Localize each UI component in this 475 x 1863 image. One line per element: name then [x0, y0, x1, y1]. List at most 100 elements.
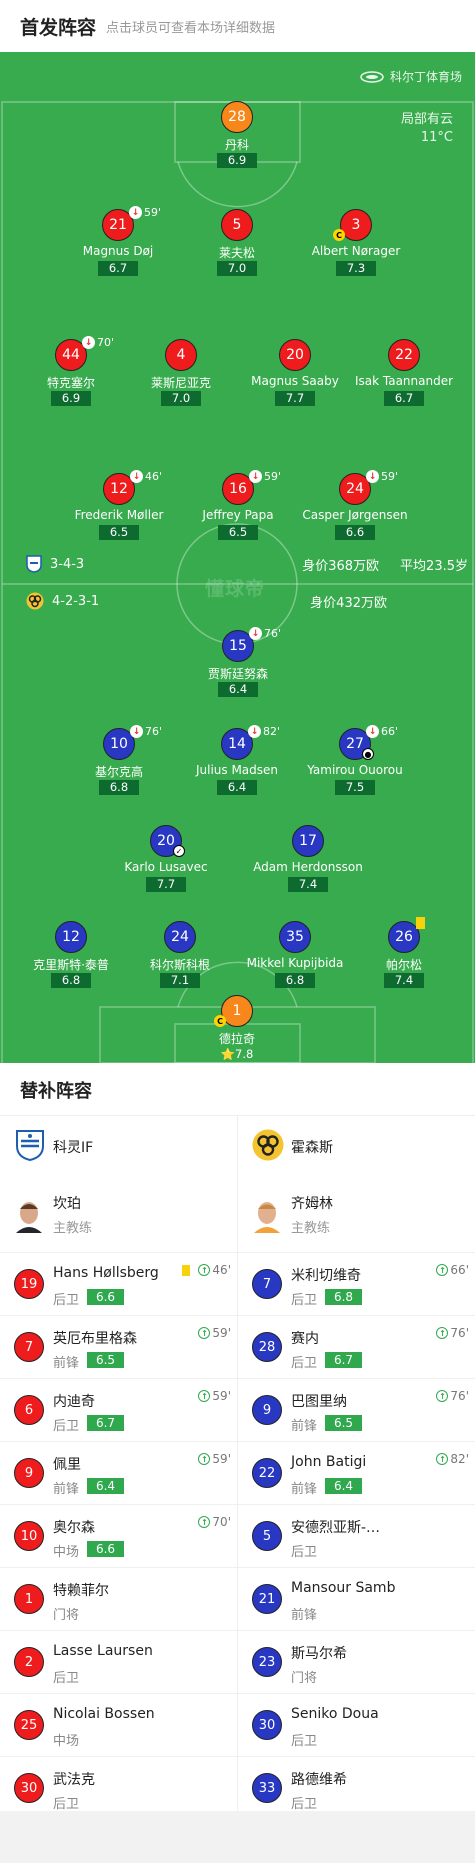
player-rating: 7.4 [384, 973, 424, 988]
sub-on-tag: ↑ 59' [198, 1389, 231, 1403]
captain-badge-icon: C [214, 1015, 226, 1027]
coach-avatar [254, 1202, 280, 1233]
home-player[interactable]: 3 C Albert Nørager 7.3 [291, 209, 421, 276]
sub-player-row[interactable]: 5 安德烈亚斯-… 后卫 [238, 1505, 475, 1568]
sub-player-row[interactable]: 7 米利切维奇 后卫 6.8 ↑ 66' [238, 1253, 475, 1316]
sub-on-tag: ↑ 76' [436, 1326, 469, 1340]
away-player[interactable]: 27 ↓ 66' ● Yamirou Ouorou 7.5 [290, 725, 420, 795]
player-rating: ⭐7.8 [213, 1047, 261, 1062]
home-player[interactable]: 28 丹科 6.9 [172, 101, 302, 168]
player-name: 帕尔松 [385, 958, 422, 972]
player-name: Mansour Samb [291, 1580, 396, 1596]
sub-off-icon: ↓ [82, 336, 95, 349]
home-player[interactable]: 5 莱夫松 7.0 [172, 209, 302, 276]
sub-off-icon: ↓ [249, 627, 262, 640]
sub-player-row[interactable]: 25 Nicolai Bossen 中场 [0, 1694, 237, 1757]
sub-on-tag: ↑ 66' [436, 1263, 469, 1277]
coach-role: 主教练 [53, 1221, 93, 1236]
player-number: 2 [14, 1647, 44, 1677]
player-position: 后卫 [291, 1356, 318, 1371]
sub-on-icon: ↑ [436, 1390, 449, 1402]
player-position: 后卫 [53, 1797, 80, 1812]
player-number: 28 [221, 101, 253, 133]
sub-on-icon: ↑ [198, 1516, 211, 1528]
player-name: 佩里 [53, 1457, 81, 1473]
player-number: 5 [252, 1521, 282, 1551]
sub-player-row[interactable]: 9 巴图里纳 前锋 6.5 ↑ 76' [238, 1379, 475, 1442]
sub-off-tag: ↓ 59' [366, 470, 398, 483]
sub-player-row[interactable]: 21 Mansour Samb 前锋 [238, 1568, 475, 1631]
subs-title: 替补阵容 [20, 1081, 92, 1102]
player-number: 6 [14, 1395, 44, 1425]
player-name: 奥尔森 [53, 1520, 95, 1536]
sub-player-row[interactable]: 22 John Batigi 前锋 6.4 ↑ 82' [238, 1442, 475, 1505]
player-number: 35 [279, 921, 311, 953]
away-player[interactable]: 15 ↓ 76' 贾斯廷努森 6.4 [173, 627, 303, 697]
sub-on-tag: ↑ 76' [436, 1389, 469, 1403]
sub-player-row[interactable]: 23 斯马尔希 门将 [238, 1631, 475, 1694]
sub-minute: 59' [144, 206, 162, 219]
home-player[interactable]: 24 ↓ 59' Casper Jørgensen 6.6 [290, 470, 420, 540]
player-number: 30 [252, 1710, 282, 1740]
sub-on-icon: ↑ [436, 1264, 449, 1276]
away-player[interactable]: 10 ↓ 76' 基尔克高 6.8 [54, 725, 184, 795]
sub-player-row[interactable]: 28 赛内 后卫 6.7 ↑ 76' [238, 1316, 475, 1379]
player-rating: 6.8 [51, 973, 91, 988]
player-rating: 7.1 [160, 973, 200, 988]
away-formation: 4-2-3-1 [26, 592, 99, 610]
sub-on-icon: ↑ [198, 1327, 211, 1339]
home-formation: 3-4-3 [26, 555, 84, 573]
home-value: 身价368万欧 [302, 559, 380, 574]
player-position: 后卫 [291, 1545, 318, 1560]
player-position: 门将 [291, 1671, 318, 1686]
player-rating: 6.6 [335, 525, 375, 540]
sub-on-tag: ↑ 82' [436, 1452, 469, 1466]
player-name: 英厄布里格森 [53, 1331, 137, 1347]
sub-minute: 59' [264, 470, 282, 483]
player-name: 德拉奇 [218, 1032, 255, 1046]
home-player[interactable]: 21 ↓ 59' Magnus Døj 6.7 [53, 206, 183, 276]
player-position: 前锋 [53, 1482, 80, 1497]
coach-row[interactable]: 齐姆林 主教练 [238, 1177, 475, 1253]
away-player[interactable]: 1 C 德拉奇 ⭐7.8 [172, 995, 302, 1061]
away-player[interactable]: 14 ↓ 82' Julius Madsen 6.4 [172, 725, 302, 795]
away-player[interactable]: 24 科尔斯科根 7.1 [115, 921, 245, 988]
sub-player-row[interactable]: 19 Hans Høllsberg 后卫 6.6 ↑ 46' [0, 1253, 237, 1316]
sub-player-row[interactable]: 30 Seniko Doua 后卫 [238, 1694, 475, 1757]
player-position: 后卫 [53, 1419, 80, 1434]
away-subs-column: 霍森斯 齐姆林 主教练 7 米利切维奇 后卫 6.8 ↑ 66' 28 赛内 后卫… [238, 1115, 475, 1820]
player-rating: 6.5 [87, 1352, 124, 1368]
sub-player-row[interactable]: 1 特赖菲尔 门将 [0, 1568, 237, 1631]
captain-badge-icon: C [333, 229, 345, 241]
player-name: Seniko Doua [291, 1706, 379, 1722]
player-number: 30 [14, 1773, 44, 1803]
player-rating: 6.8 [99, 780, 139, 795]
sub-minute: 59' [381, 470, 399, 483]
away-player[interactable]: 17 Adam Herdonsson 7.4 [243, 825, 373, 892]
coach-row[interactable]: 坎珀 主教练 [0, 1177, 237, 1253]
sub-player-row[interactable]: 6 内迪奇 后卫 6.7 ↑ 59' [0, 1379, 237, 1442]
player-number: 21 [252, 1584, 282, 1614]
away-player[interactable]: 26 帕尔松 7.4 [339, 917, 469, 988]
player-rating: 6.6 [87, 1289, 124, 1305]
player-number: 7 [14, 1332, 44, 1362]
sub-player-row[interactable]: 2 Lasse Laursen 后卫 [0, 1631, 237, 1694]
assist-icon: ✓ [173, 845, 185, 857]
player-position: 中场 [53, 1545, 80, 1560]
player-number: 7 [252, 1269, 282, 1299]
player-rating: 6.8 [275, 973, 315, 988]
away-player[interactable]: 20 ✓ Karlo Lusavec 7.7 [101, 825, 231, 892]
sub-player-row[interactable]: 10 奥尔森 中场 6.6 ↑ 70' [0, 1505, 237, 1568]
player-name: 赛内 [291, 1331, 319, 1347]
player-position: 后卫 [53, 1671, 80, 1686]
player-position: 中场 [53, 1734, 80, 1749]
home-player[interactable]: 12 ↓ 46' Frederik Møller 6.5 [54, 470, 184, 540]
sub-off-icon: ↓ [366, 725, 379, 738]
sub-player-row[interactable]: 9 佩里 前锋 6.4 ↑ 59' [0, 1442, 237, 1505]
venue-info: 科尔丁体育场 [360, 68, 462, 85]
sub-player-row[interactable]: 7 英厄布里格森 前锋 6.5 ↑ 59' [0, 1316, 237, 1379]
home-player[interactable]: 22 Isak Taannander 6.7 [339, 339, 469, 406]
home-player[interactable]: 4 莱斯尼亚克 7.0 [116, 339, 246, 406]
away-value: 身价432万欧 [310, 596, 387, 611]
home-player[interactable]: 16 ↓ 59' Jeffrey Papa 6.5 [173, 470, 303, 540]
